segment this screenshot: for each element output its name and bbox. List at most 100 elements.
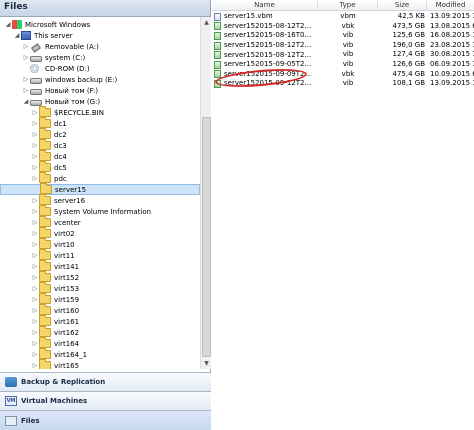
file-row[interactable]: server152015-08-12T2... vib 127,4 GB 30.08.…: [212, 50, 474, 60]
folder-tree[interactable]: ◢ Microsoft Windows ◢ This server ▷ Removable…: [0, 17, 200, 369]
column-header-size[interactable]: Size: [378, 0, 427, 11]
file-row[interactable]: server152015-08-16T0... vib 125,6 GB 16.08.…: [212, 31, 474, 41]
column-header-type[interactable]: Type: [318, 0, 378, 11]
folder-icon: [39, 172, 51, 183]
expand-arrow-icon[interactable]: ▷: [31, 109, 39, 116]
tree-item[interactable]: ◢ This server: [13, 30, 73, 41]
drive-icon: [30, 55, 42, 62]
folder-icon: [40, 183, 52, 194]
expand-arrow-icon[interactable]: ▷: [31, 285, 39, 292]
tree-item[interactable]: ▷ virt10: [31, 238, 75, 250]
nav-virtual-machines[interactable]: VM Virtual Machines: [0, 391, 211, 410]
tree-item[interactable]: ▷ dc2: [31, 128, 67, 140]
file-row[interactable]: server15.vbm vbm 42,5 KB 13.09.2015 13:: [212, 12, 474, 22]
tree-item[interactable]: ▷ Removable (A:): [22, 41, 99, 53]
tree-item[interactable]: ▷ virt02: [31, 227, 75, 239]
tree-item-label: Новый том (G:): [45, 97, 101, 106]
scrollbar-thumb[interactable]: [202, 117, 211, 357]
drive-icon: [30, 88, 42, 95]
tree-item[interactable]: ▷ windows backup (E:): [22, 74, 117, 85]
drive-icon: [30, 99, 42, 106]
file-modified: 06.09.2015 1:5: [430, 60, 474, 68]
tree-item-label: virt152: [54, 273, 80, 282]
expand-arrow-icon[interactable]: ▷: [31, 307, 39, 314]
nav-backup-replication[interactable]: Backup & Replication: [0, 372, 211, 391]
file-name: server152015-08-12T2...: [224, 50, 312, 59]
expand-arrow-icon[interactable]: ▷: [31, 274, 39, 281]
expand-arrow-icon[interactable]: ▷: [31, 164, 39, 171]
expand-arrow-icon[interactable]: ▷: [31, 263, 39, 270]
expand-arrow-icon[interactable]: ▷: [31, 340, 39, 347]
scroll-down-icon[interactable]: ▼: [202, 359, 211, 368]
expand-arrow-icon[interactable]: ▷: [31, 153, 39, 160]
folder-icon: [39, 282, 51, 293]
expand-arrow-icon[interactable]: ▷: [31, 219, 39, 226]
file-row[interactable]: server152015-08-12T2... vbk 473,5 GB 13.08.…: [212, 22, 474, 32]
expand-arrow-icon[interactable]: ▷: [31, 351, 39, 358]
folder-icon: [39, 128, 51, 139]
column-header-modified[interactable]: Modified: [427, 0, 474, 11]
file-size: 473,5 GB: [392, 21, 426, 30]
collapse-arrow-icon[interactable]: ◢: [22, 98, 30, 105]
nav-label: Files: [21, 416, 40, 425]
expand-arrow-icon[interactable]: ▷: [31, 230, 39, 237]
metadata-file-icon: [214, 12, 221, 21]
tree-item-label: virt11: [54, 251, 75, 260]
folder-icon: [39, 139, 51, 150]
folder-icon: [39, 326, 51, 337]
tree-item[interactable]: ◢ Новый том (G:): [22, 96, 100, 107]
tree-item-label: pdc: [54, 174, 67, 183]
expand-arrow-icon[interactable]: ▷: [31, 142, 39, 149]
expand-arrow-icon[interactable]: ▷: [22, 54, 30, 61]
tree-item[interactable]: ▷ dc5: [31, 161, 67, 173]
expand-arrow-icon[interactable]: ▷: [22, 87, 30, 94]
tree-item[interactable]: ▷ pdc: [31, 172, 67, 184]
expand-arrow-icon[interactable]: ▷: [31, 131, 39, 138]
tree-item-label: virt165: [54, 361, 80, 370]
expand-arrow-icon[interactable]: ▷: [31, 241, 39, 248]
tree-scrollbar[interactable]: ▲ ▼: [200, 17, 211, 369]
tree-item[interactable]: server15: [0, 183, 200, 195]
nav-files[interactable]: Files: [0, 410, 211, 430]
virtual-machines-icon: VM: [5, 396, 17, 406]
tree-item[interactable]: ▷ dc4: [31, 150, 67, 162]
tree-item[interactable]: ▷ dc3: [31, 139, 67, 151]
folder-icon: [39, 337, 51, 348]
files-icon: [5, 415, 17, 426]
expand-arrow-icon[interactable]: ▷: [31, 296, 39, 303]
tree-item[interactable]: CD-ROM (D:): [22, 63, 90, 74]
file-size: 108,1 GB: [392, 79, 426, 88]
tree-item[interactable]: ▷ virt165: [31, 359, 80, 370]
expand-arrow-icon[interactable]: ▷: [31, 362, 39, 369]
column-header-name[interactable]: Name: [212, 0, 318, 11]
file-row[interactable]: server152015-09-05T2... vib 126,6 GB 06.09.…: [212, 60, 474, 70]
file-list-header: Name Type Size Modified: [212, 0, 474, 11]
tree-item[interactable]: ▷ dc1: [31, 117, 67, 129]
expand-arrow-icon[interactable]: ▷: [31, 120, 39, 127]
collapse-arrow-icon[interactable]: ◢: [4, 21, 12, 28]
tree-item[interactable]: ◢ Microsoft Windows: [4, 19, 90, 30]
tree-item-label: virt153: [54, 284, 80, 293]
file-name: server15.vbm: [224, 12, 273, 21]
expand-arrow-icon[interactable]: ▷: [31, 252, 39, 259]
expand-arrow-icon[interactable]: ▷: [22, 43, 30, 50]
expand-arrow-icon[interactable]: ▷: [31, 197, 39, 204]
tree-item[interactable]: ▷ virt11: [31, 249, 75, 261]
expand-arrow-icon[interactable]: ▷: [31, 329, 39, 336]
expand-arrow-icon[interactable]: ▷: [31, 208, 39, 215]
collapse-arrow-icon[interactable]: ◢: [13, 32, 21, 39]
expand-arrow-icon[interactable]: ▷: [22, 76, 30, 83]
folder-icon: [39, 205, 51, 216]
folder-icon: [39, 150, 51, 161]
tree-item[interactable]: ▷ System Volume Information: [31, 205, 151, 217]
expand-arrow-icon[interactable]: ▷: [31, 175, 39, 182]
folder-icon: [39, 315, 51, 326]
file-modified: 13.08.2015 6:2: [430, 21, 474, 30]
file-name: server152015-08-12T2...: [224, 21, 312, 30]
expand-arrow-icon[interactable]: ▷: [31, 318, 39, 325]
file-type: vib: [342, 31, 354, 40]
tree-item[interactable]: ▷ system (C:): [22, 52, 85, 63]
file-row[interactable]: server152015-08-12T2... vib 196,0 GB 23.08.…: [212, 41, 474, 51]
tree-item[interactable]: ▷ Новый том (F:): [22, 85, 98, 96]
scroll-up-icon[interactable]: ▲: [202, 18, 211, 27]
